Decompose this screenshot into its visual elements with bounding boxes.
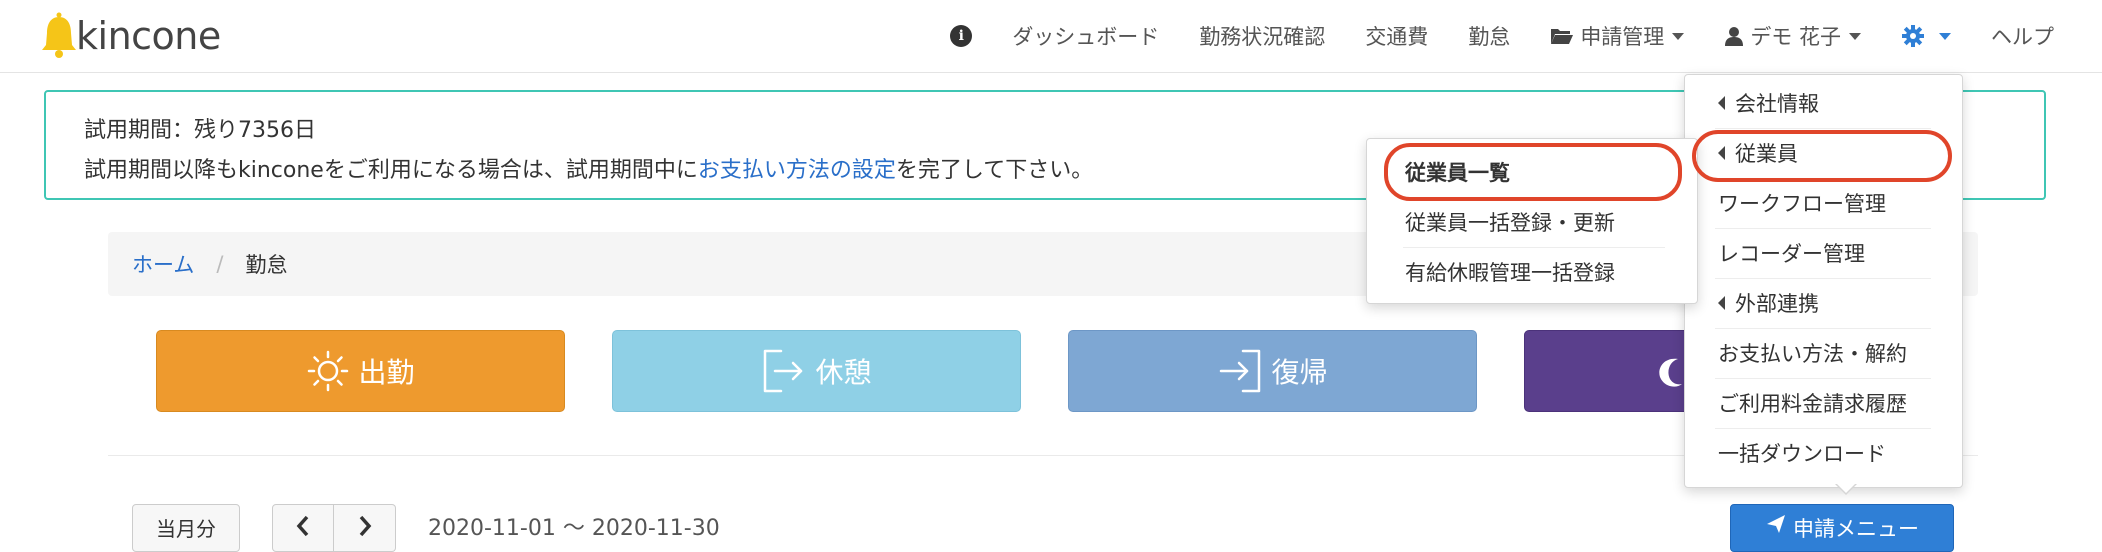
chevron-down-icon: [1939, 32, 1951, 40]
trial-message: 試用期間以降もkinconeをご利用になる場合は、試用期間中にお支払い方法の設定…: [84, 152, 1093, 184]
submenu-item-employee-list[interactable]: 従業員一覧: [1367, 147, 1697, 197]
moon-icon: [1659, 358, 1682, 387]
sign-in-icon: [1220, 349, 1261, 393]
menu-item-company-info[interactable]: 会社情報: [1685, 78, 1962, 128]
break-label: 休憩: [815, 356, 872, 389]
nav-applications-dropdown[interactable]: 申請管理: [1550, 21, 1685, 51]
chevron-right-icon: [359, 515, 371, 537]
kincone-logo[interactable]: kincone: [40, 8, 221, 64]
previous-month-button[interactable]: [272, 504, 334, 552]
payment-settings-link[interactable]: お支払い方法の設定: [698, 158, 896, 183]
menu-item-label: ワークフロー管理: [1718, 192, 1886, 216]
return-label: 復帰: [1271, 356, 1328, 389]
main-nav: i ダッシュボード 勤務状況確認 交通費 勤怠 申請管理 デモ 花子 ヘルプ: [910, 0, 2054, 72]
submenu-item-label: 有給休暇管理一括登録: [1405, 261, 1615, 285]
chevron-down-icon: [1849, 32, 1861, 40]
user-icon: [1725, 27, 1744, 46]
trial-message-text-end: を完了して下さい。: [895, 158, 1094, 183]
submenu-item-label: 従業員一覧: [1405, 161, 1510, 185]
menu-item-label: レコーダー管理: [1718, 242, 1865, 266]
clock-in-label: 出勤: [358, 356, 415, 389]
nav-dashboard[interactable]: ダッシュボード: [1012, 21, 1159, 51]
application-menu-button[interactable]: 申請メニュー: [1730, 504, 1954, 552]
employee-submenu: 従業員一覧 従業員一括登録・更新 有給休暇管理一括登録: [1366, 138, 1698, 304]
nav-settings-dropdown[interactable]: [1901, 24, 1951, 48]
menu-item-billing-history[interactable]: ご利用料金請求履歴: [1685, 378, 1962, 428]
clock-in-button[interactable]: 出勤: [156, 330, 565, 412]
menu-item-integrations[interactable]: 外部連携: [1685, 278, 1962, 328]
caret-left-icon: [1718, 96, 1725, 110]
nav-transport[interactable]: 交通費: [1365, 21, 1428, 51]
menu-item-label: 外部連携: [1735, 292, 1819, 316]
bell-logo-icon: [42, 12, 76, 58]
menu-item-payment[interactable]: お支払い方法・解約: [1685, 328, 1962, 378]
current-month-button[interactable]: 当月分: [132, 504, 240, 552]
breadcrumb-home-link[interactable]: ホーム: [132, 249, 194, 279]
logo-text: kincone: [76, 14, 221, 58]
gear-icon: [1902, 25, 1924, 47]
caret-left-icon: [1718, 146, 1725, 160]
menu-item-bulk-download[interactable]: 一括ダウンロード: [1685, 428, 1962, 478]
nav-user-dropdown[interactable]: デモ 花子: [1724, 21, 1861, 51]
menu-item-label: お支払い方法・解約: [1718, 342, 1907, 366]
period-range: 2020-11-01 ～ 2020-11-30: [428, 516, 720, 541]
trial-message-text: 試用期間以降もkinconeをご利用になる場合は、試用期間中に: [84, 158, 698, 183]
submenu-item-label: 従業員一括登録・更新: [1405, 211, 1615, 235]
settings-dropdown-menu: 会社情報 従業員 ワークフロー管理 レコーダー管理 外部連携 お支払い方法・解約…: [1684, 74, 1963, 488]
return-button[interactable]: 復帰: [1068, 330, 1477, 412]
menu-item-employees[interactable]: 従業員: [1685, 128, 1962, 178]
submenu-item-bulk-register[interactable]: 従業員一括登録・更新: [1367, 197, 1697, 247]
application-menu-label: 申請メニュー: [1793, 517, 1919, 541]
caret-left-icon: [1718, 296, 1725, 310]
nav-work-status[interactable]: 勤務状況確認: [1199, 21, 1325, 51]
break-button[interactable]: 休憩: [612, 330, 1021, 412]
nav-user-name: デモ 花子: [1750, 25, 1841, 49]
chevron-down-icon: [1672, 32, 1685, 40]
chevron-left-icon: [296, 515, 309, 537]
menu-item-label: ご利用料金請求履歴: [1718, 392, 1907, 416]
nav-help[interactable]: ヘルプ: [1991, 21, 2054, 51]
breadcrumb-current: 勤怠: [245, 253, 288, 277]
next-month-button[interactable]: [334, 504, 396, 552]
trial-remaining: 試用期間：残り7356日: [84, 118, 316, 143]
menu-item-recorder[interactable]: レコーダー管理: [1685, 228, 1962, 278]
info-button[interactable]: i: [950, 25, 973, 47]
info-icon: i: [950, 25, 973, 47]
menu-item-label: 一括ダウンロード: [1718, 442, 1886, 466]
folder-open-icon: [1551, 29, 1574, 44]
sun-icon: [308, 350, 349, 392]
nav-attendance[interactable]: 勤怠: [1468, 21, 1510, 51]
menu-item-label: 従業員: [1735, 142, 1798, 166]
top-navbar: kincone i ダッシュボード 勤務状況確認 交通費 勤怠 申請管理 デモ …: [0, 0, 2102, 73]
submenu-item-paid-leave[interactable]: 有給休暇管理一括登録: [1367, 247, 1697, 297]
menu-item-label: 会社情報: [1735, 92, 1819, 116]
breadcrumb-separator: /: [216, 252, 224, 276]
nav-applications-label: 申請管理: [1580, 25, 1665, 49]
menu-pointer-fill: [1836, 483, 1856, 493]
menu-item-workflow[interactable]: ワークフロー管理: [1685, 178, 1962, 228]
paper-plane-icon: [1767, 515, 1785, 533]
sign-out-icon: [764, 349, 803, 393]
